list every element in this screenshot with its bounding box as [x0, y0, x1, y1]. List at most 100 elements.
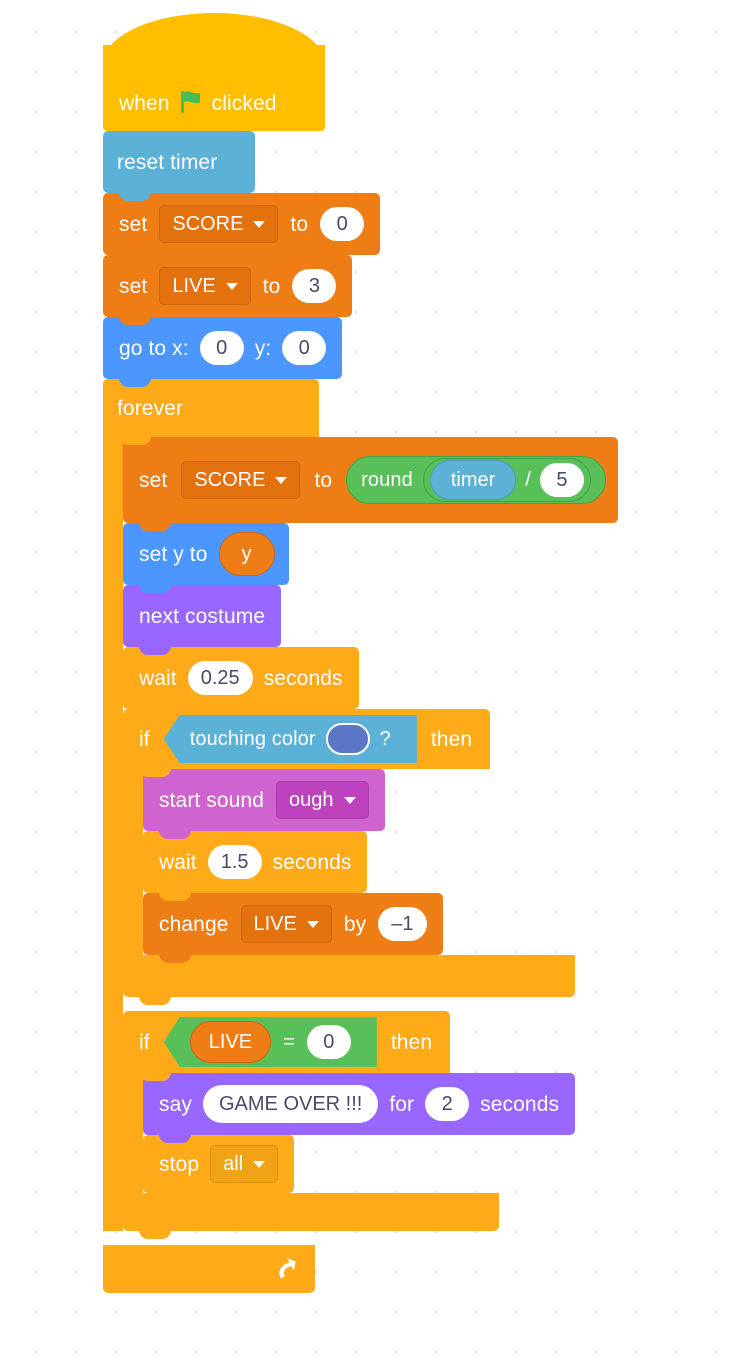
change-live-value-input[interactable]: –1 — [378, 907, 427, 941]
block-forever[interactable]: forever set SCORE to round timer / 5 set… — [103, 379, 618, 1293]
if-live-zero-footer — [123, 1193, 499, 1239]
go-to-x-input[interactable]: 0 — [199, 331, 244, 365]
question-mark-label: ? — [379, 728, 391, 750]
chevron-down-icon — [225, 282, 238, 290]
variable-dropdown-score-2[interactable]: SCORE — [181, 461, 301, 499]
round-label: round — [361, 469, 413, 491]
block-start-sound[interactable]: start sound ough — [143, 769, 385, 839]
stop-target-dropdown[interactable]: all — [210, 1145, 279, 1183]
variable-dropdown-live-2[interactable]: LIVE — [240, 905, 332, 943]
block-stop-all[interactable]: stop all — [143, 1135, 295, 1193]
color-picker-swatch[interactable] — [325, 723, 370, 755]
divide-divisor-input[interactable]: 5 — [539, 463, 584, 497]
sensing-timer-reporter[interactable]: timer — [429, 460, 517, 500]
set-score-value-input[interactable]: 0 — [320, 207, 365, 241]
chevron-down-icon — [253, 220, 266, 228]
condition-touching-color[interactable]: touching color ? — [163, 715, 417, 763]
then-label: then — [430, 727, 473, 751]
say-message-input[interactable]: GAME OVER !!! — [202, 1085, 379, 1123]
to-label-3: to — [314, 468, 333, 492]
block-wait-onepointfive[interactable]: wait 1.5 seconds — [143, 831, 368, 901]
forever-contents: set SCORE to round timer / 5 set y to y … — [123, 437, 618, 1239]
block-change-live[interactable]: change LIVE by –1 — [143, 893, 443, 963]
divide-operator-label: / — [525, 469, 531, 491]
forever-header[interactable]: forever — [103, 379, 319, 445]
to-label: to — [290, 212, 309, 236]
set-live-value-input[interactable]: 3 — [292, 269, 337, 303]
say-label: say — [159, 1092, 192, 1116]
seconds-label-2: seconds — [272, 850, 352, 874]
operator-round[interactable]: round timer / 5 — [346, 456, 606, 504]
block-set-y-to[interactable]: set y to y — [123, 523, 289, 593]
equals-value-input[interactable]: 0 — [306, 1025, 351, 1059]
stop-label: stop — [159, 1152, 200, 1176]
chevron-down-icon — [343, 796, 356, 804]
variable-reporter-live[interactable]: LIVE — [189, 1021, 272, 1063]
forever-left-arm — [103, 437, 123, 1231]
block-wait-quarter[interactable]: wait 0.25 seconds — [123, 647, 359, 717]
if-touching-left-arm — [123, 769, 143, 955]
if-touching-contents: start sound ough wait 1.5 seconds change… — [143, 769, 443, 963]
block-if-touching-color[interactable]: if touching color ? then start sound oug… — [123, 709, 575, 1005]
change-label: change — [159, 912, 229, 936]
clicked-label: clicked — [211, 92, 277, 115]
scratch-script: when clicked reset timer set SCORE to 0 … — [103, 13, 618, 1293]
if-touching-color-header[interactable]: if touching color ? then — [123, 709, 491, 777]
block-next-costume[interactable]: next costume — [123, 585, 282, 655]
go-to-y-input[interactable]: 0 — [282, 331, 327, 365]
green-flag-icon — [180, 90, 202, 114]
sound-dropdown[interactable]: ough — [276, 781, 369, 819]
chevron-down-icon — [306, 920, 319, 928]
equals-operator-label: = — [283, 1031, 295, 1053]
block-go-to-xy[interactable]: go to x: 0 y: 0 — [103, 317, 343, 387]
block-set-live[interactable]: set LIVE to 3 — [103, 255, 353, 325]
block-if-live-zero[interactable]: if LIVE = 0 then say GAME OVER !!! for 2… — [123, 1011, 576, 1239]
block-say-for-seconds[interactable]: say GAME OVER !!! for 2 seconds — [143, 1073, 576, 1143]
block-when-flag-clicked[interactable]: when clicked — [103, 13, 325, 131]
variable-dropdown-live-2-label: LIVE — [253, 913, 297, 935]
block-reset-timer[interactable]: reset timer — [103, 131, 255, 201]
variable-reporter-y[interactable]: y — [218, 532, 275, 576]
variable-dropdown-live[interactable]: LIVE — [159, 267, 251, 305]
by-label: by — [343, 912, 367, 936]
then-label-2: then — [390, 1030, 433, 1054]
set-y-to-label: set y to — [139, 542, 208, 566]
start-sound-label: start sound — [159, 788, 264, 812]
if-label: if — [139, 727, 150, 751]
set-label-2: set — [119, 274, 148, 298]
wait-label-2: wait — [159, 850, 197, 874]
sound-dropdown-label: ough — [289, 789, 334, 811]
if-live-zero-header[interactable]: if LIVE = 0 then — [123, 1011, 451, 1081]
wait-quarter-input[interactable]: 0.25 — [187, 661, 253, 695]
for-label: for — [389, 1092, 415, 1116]
variable-dropdown-live-label: LIVE — [172, 275, 216, 297]
condition-live-equals-zero[interactable]: LIVE = 0 — [163, 1017, 377, 1067]
chevron-down-icon — [275, 476, 288, 484]
seconds-label: seconds — [263, 666, 343, 690]
operator-divide[interactable]: timer / 5 — [422, 458, 591, 502]
variable-dropdown-score[interactable]: SCORE — [159, 205, 279, 243]
when-label: when — [119, 92, 170, 115]
block-set-score-round[interactable]: set SCORE to round timer / 5 — [123, 437, 618, 531]
if-label-2: if — [139, 1030, 150, 1054]
seconds-label-3: seconds — [480, 1092, 560, 1116]
say-seconds-input[interactable]: 2 — [425, 1087, 470, 1121]
to-label-2: to — [262, 274, 281, 298]
touching-color-label: touching color — [189, 728, 316, 750]
if-live-contents: say GAME OVER !!! for 2 seconds stop all — [143, 1073, 576, 1193]
variable-dropdown-score-label: SCORE — [172, 213, 244, 235]
next-costume-label: next costume — [139, 604, 266, 628]
go-to-y-label: y: — [254, 336, 272, 360]
if-touching-color-footer — [123, 955, 575, 1005]
wait-onepointfive-input[interactable]: 1.5 — [207, 845, 262, 879]
block-set-score[interactable]: set SCORE to 0 — [103, 193, 381, 263]
forever-label: forever — [117, 396, 184, 420]
forever-footer — [103, 1245, 315, 1293]
wait-label: wait — [139, 666, 177, 690]
loop-arrow-icon — [273, 1256, 299, 1282]
set-label: set — [119, 212, 148, 236]
set-label-3: set — [139, 468, 168, 492]
stop-target-dropdown-label: all — [223, 1153, 244, 1175]
go-to-x-label: go to x: — [119, 336, 189, 360]
reset-timer-label: reset timer — [117, 150, 218, 174]
